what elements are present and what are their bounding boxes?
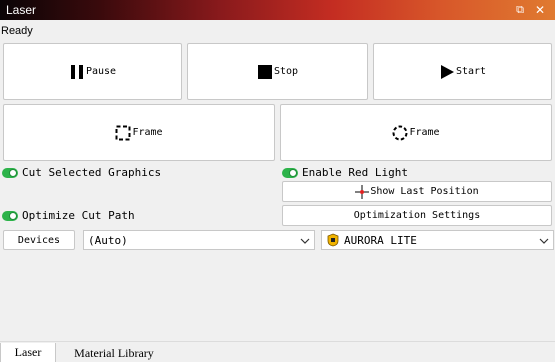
restore-icon[interactable]: ⧉ bbox=[512, 2, 528, 18]
start-button[interactable]: Start bbox=[373, 43, 552, 100]
port-select[interactable]: (Auto) bbox=[83, 230, 315, 250]
window-title: Laser bbox=[6, 3, 37, 17]
optimization-settings-button[interactable]: Optimization Settings bbox=[282, 205, 552, 226]
devices-label: Devices bbox=[17, 234, 61, 246]
show-last-position-label: Show Last Position bbox=[370, 186, 479, 197]
frame-circle-icon bbox=[392, 125, 408, 140]
toggle-on-icon[interactable] bbox=[282, 167, 298, 178]
crosshair-icon bbox=[355, 184, 370, 199]
pause-icon bbox=[70, 64, 83, 79]
port-value: (Auto) bbox=[88, 233, 128, 247]
enable-red-light-label: Enable Red Light bbox=[302, 166, 408, 179]
show-last-position-button[interactable]: Show Last Position bbox=[282, 181, 552, 202]
tab-material-library[interactable]: Material Library bbox=[58, 343, 170, 362]
frame-rect-button[interactable]: Frame bbox=[3, 104, 275, 161]
optimize-cut-path-toggle[interactable]: Optimize Cut Path bbox=[2, 209, 135, 222]
device-select[interactable]: AURORA LITE bbox=[321, 230, 554, 250]
device-value: AURORA LITE bbox=[344, 233, 417, 247]
title-bar: Laser ⧉ ✕ bbox=[0, 0, 555, 20]
device-logo-icon bbox=[327, 233, 339, 247]
stop-label: Stop bbox=[273, 66, 299, 77]
stop-icon bbox=[257, 64, 272, 79]
cut-selected-label: Cut Selected Graphics bbox=[22, 166, 162, 179]
chevron-down-icon bbox=[539, 238, 549, 244]
status-text: Ready bbox=[1, 25, 33, 37]
tab-laser[interactable]: Laser bbox=[0, 343, 56, 362]
start-label: Start bbox=[455, 66, 487, 77]
frame-circle-button[interactable]: Frame bbox=[280, 104, 552, 161]
pause-button[interactable]: Pause bbox=[3, 43, 182, 100]
frame-circle-label: Frame bbox=[409, 127, 440, 138]
devices-button[interactable]: Devices bbox=[3, 230, 75, 250]
play-icon bbox=[440, 64, 454, 79]
frame-rectangle-icon bbox=[115, 125, 131, 140]
enable-red-light-toggle[interactable]: Enable Red Light bbox=[282, 166, 408, 179]
stop-button[interactable]: Stop bbox=[187, 43, 368, 100]
cut-selected-toggle[interactable]: Cut Selected Graphics bbox=[2, 166, 161, 179]
close-icon[interactable]: ✕ bbox=[532, 2, 548, 18]
tab-material-library-label: Material Library bbox=[74, 345, 154, 360]
chevron-down-icon bbox=[300, 238, 310, 244]
pause-label: Pause bbox=[85, 66, 117, 77]
optimize-cut-path-label: Optimize Cut Path bbox=[22, 209, 135, 222]
frame-rect-label: Frame bbox=[132, 127, 163, 138]
optimization-settings-label: Optimization Settings bbox=[353, 210, 481, 221]
bottom-tab-bar: Laser Material Library bbox=[0, 341, 555, 362]
toggle-on-icon[interactable] bbox=[2, 167, 18, 178]
toggle-on-icon[interactable] bbox=[2, 210, 18, 221]
tab-laser-label: Laser bbox=[14, 345, 42, 359]
